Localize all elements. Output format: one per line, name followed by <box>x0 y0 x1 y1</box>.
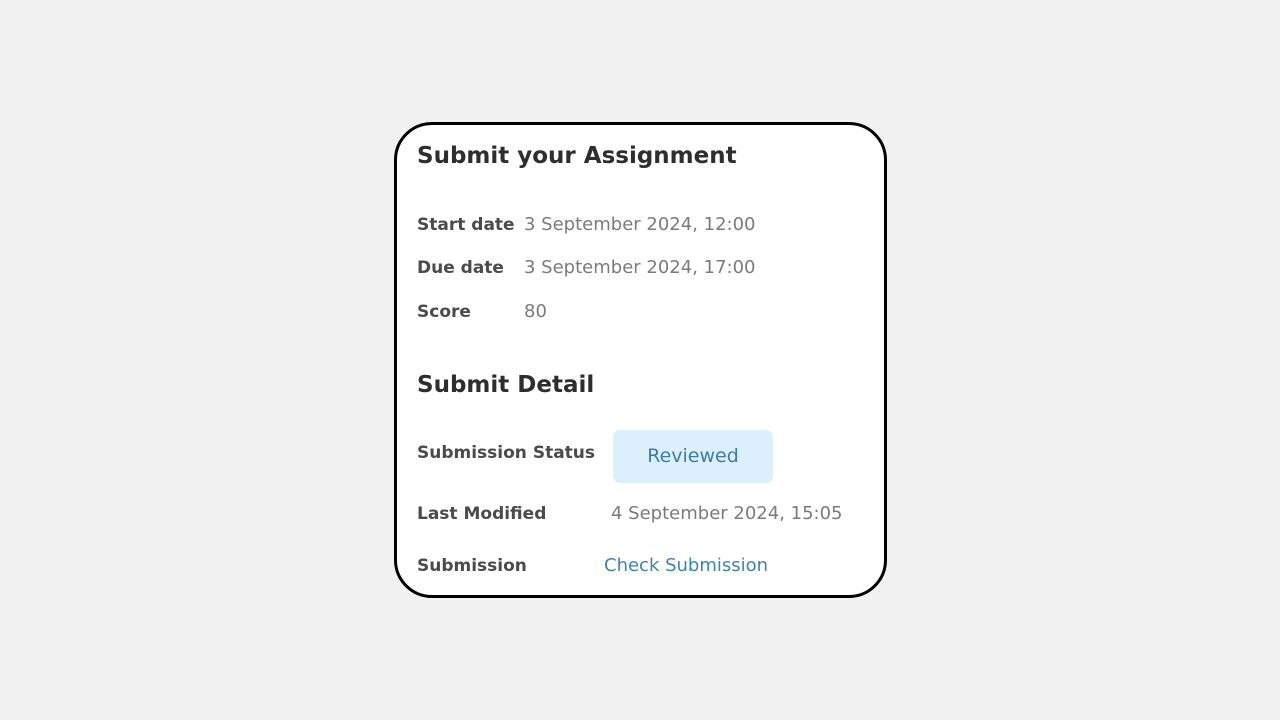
assignment-title: Submit your Assignment <box>417 143 737 169</box>
last-modified-value: 4 September 2024, 15:05 <box>611 503 843 524</box>
score-label: Score <box>417 302 471 322</box>
status-badge: Reviewed <box>613 430 773 483</box>
due-date-label: Due date <box>417 258 504 278</box>
submission-label: Submission <box>417 556 527 576</box>
submission-row: Submission Check Submission <box>417 553 868 579</box>
start-date-label: Start date <box>417 215 515 235</box>
start-date-value: 3 September 2024, 12:00 <box>524 214 756 235</box>
score-value: 80 <box>524 301 547 322</box>
submit-detail-title: Submit Detail <box>417 372 595 398</box>
check-submission-link[interactable]: Check Submission <box>604 556 768 576</box>
last-modified-label: Last Modified <box>417 504 547 524</box>
submission-status-row: Submission Status Reviewed <box>417 430 868 483</box>
last-modified-row: Last Modified 4 September 2024, 15:05 <box>417 501 868 527</box>
due-date-value: 3 September 2024, 17:00 <box>524 257 756 278</box>
assignment-card: Submit your Assignment Start date 3 Sept… <box>394 122 887 598</box>
score-row: Score 80 <box>417 299 868 325</box>
start-date-row: Start date 3 September 2024, 12:00 <box>417 212 868 238</box>
due-date-row: Due date 3 September 2024, 17:00 <box>417 255 868 281</box>
submission-status-label: Submission Status <box>417 443 596 463</box>
